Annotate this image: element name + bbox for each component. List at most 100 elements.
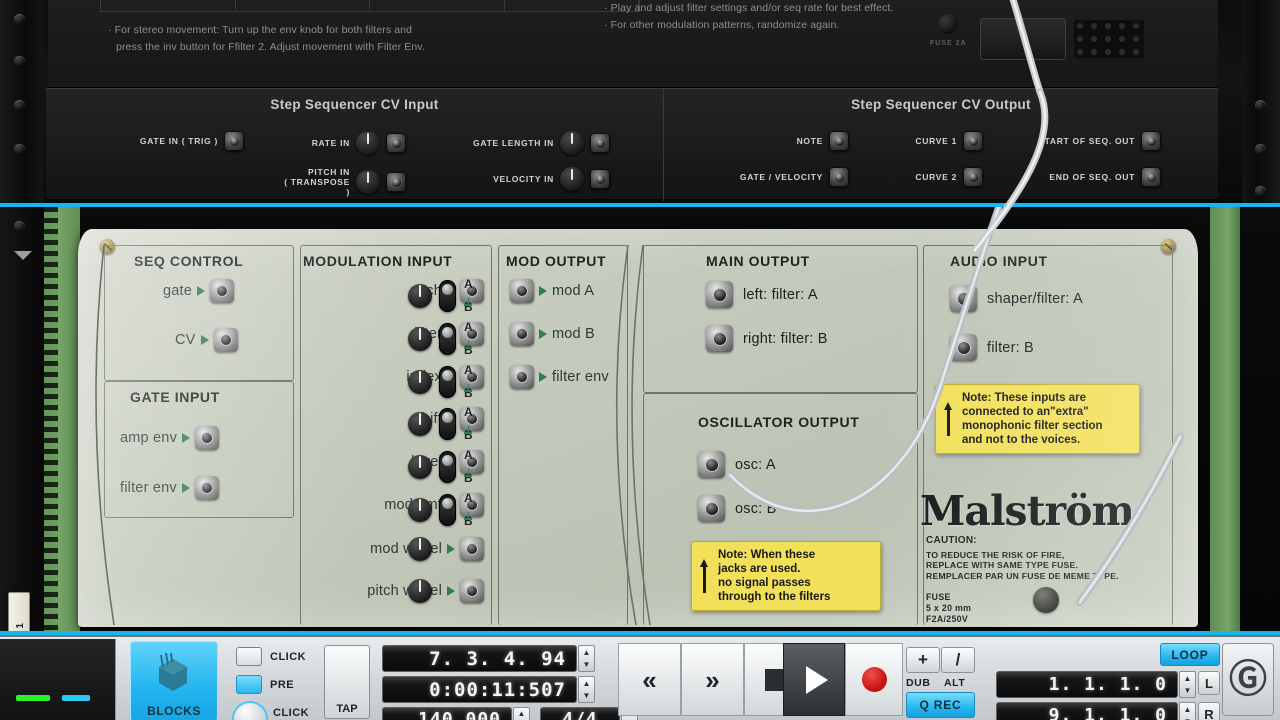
- audio-input-filter-b-jack[interactable]: [950, 334, 977, 361]
- position-time-display[interactable]: 0:00:11:507: [382, 676, 577, 703]
- stepper-up-icon[interactable]: ▲: [583, 648, 591, 657]
- rate-in-knob[interactable]: [356, 131, 380, 155]
- fuse-cap-icon[interactable]: [1033, 587, 1059, 613]
- mod-output-row-b[interactable]: mod B: [510, 322, 595, 346]
- seq-row-end-of-seq[interactable]: END OF SEQ. OUT: [1013, 167, 1161, 187]
- click-checkbox[interactable]: [236, 647, 262, 666]
- loop-button[interactable]: LOOP: [1160, 643, 1220, 666]
- oscillator-output-row-a[interactable]: osc: A: [698, 451, 776, 478]
- gate-length-in-knob[interactable]: [560, 131, 584, 155]
- pre-checkbox[interactable]: [236, 675, 262, 694]
- seq-control-cv-jack[interactable]: [213, 328, 238, 352]
- loop-start-stepper[interactable]: ▲ ▼: [1179, 671, 1196, 698]
- loop-end-display[interactable]: 9. 1. 1. 0: [996, 702, 1178, 720]
- mod-amount-knob[interactable]: [404, 280, 436, 312]
- start-of-seq-out-jack[interactable]: [1141, 131, 1161, 151]
- play-button[interactable]: [783, 643, 845, 716]
- mod-amount-knob[interactable]: [404, 366, 436, 398]
- position-bars-display[interactable]: 7. 3. 4. 94: [382, 645, 577, 672]
- q-rec-button[interactable]: Q REC: [906, 692, 975, 718]
- malstrom-device-selected[interactable]: MALSTRÖM 1 SEQ CONTROL gate CV GATE: [0, 203, 1280, 635]
- mod-amount-knob[interactable]: [404, 451, 436, 483]
- mod-input-mod-wheel-jack[interactable]: [460, 537, 484, 561]
- stepper-up-icon[interactable]: ▲: [1184, 674, 1192, 683]
- seq-row-gate-length-in[interactable]: GATE LENGTH IN: [444, 131, 610, 155]
- mod-amount-group-pitch-wheel[interactable]: [404, 575, 436, 607]
- seq-control-gate-jack[interactable]: [210, 279, 235, 303]
- reason-logo-button[interactable]: Ⓖ: [1222, 643, 1274, 716]
- gate-input-filter-env-jack[interactable]: [194, 476, 219, 500]
- pitch-in-knob[interactable]: [356, 170, 380, 194]
- mod-amount-knob[interactable]: [404, 575, 436, 607]
- seq-row-velocity-in[interactable]: VELOCITY IN: [444, 167, 610, 191]
- tempo-display[interactable]: 140.000: [382, 707, 512, 720]
- click-level-knob[interactable]: [234, 703, 266, 720]
- device-name-tab[interactable]: MALSTRÖM 1: [8, 592, 30, 631]
- oscillator-output-row-b[interactable]: osc: B: [698, 495, 777, 522]
- stepper-up-icon[interactable]: ▲: [518, 709, 526, 718]
- mod-destination-ab-switch[interactable]: [439, 366, 456, 398]
- main-output-row-left[interactable]: left: filter: A: [706, 281, 818, 308]
- seq-row-curve-1[interactable]: CURVE 1: [879, 131, 983, 151]
- pre-toggle-row[interactable]: PRE: [236, 675, 294, 694]
- mod-output-row-filter-env[interactable]: filter env: [510, 365, 609, 389]
- seq-row-gate-in[interactable]: GATE IN ( TRIG ): [108, 131, 244, 151]
- mod-input-row-pitch-wheel[interactable]: pitch wheel: [300, 579, 492, 603]
- stepper-up-icon[interactable]: ▲: [583, 679, 591, 688]
- record-button[interactable]: [845, 643, 903, 716]
- right-locator-button[interactable]: R: [1198, 702, 1220, 720]
- curve-1-out-jack[interactable]: [963, 131, 983, 151]
- left-locator-button[interactable]: L: [1198, 671, 1220, 695]
- oscillator-output-b-jack[interactable]: [698, 495, 725, 522]
- mod-amount-knob[interactable]: [404, 533, 436, 565]
- mod-amount-group-shift[interactable]: A B: [404, 406, 473, 441]
- dub-button[interactable]: +: [906, 647, 940, 673]
- rate-in-jack[interactable]: [386, 133, 406, 153]
- audio-input-shaper-filter-a-jack[interactable]: [950, 285, 977, 312]
- mod-amount-group-pitch[interactable]: A B: [404, 278, 473, 313]
- stepper-up-icon[interactable]: ▲: [1184, 705, 1192, 714]
- tempo-stepper[interactable]: ▲▼: [513, 707, 530, 720]
- end-of-seq-out-jack[interactable]: [1141, 167, 1161, 187]
- velocity-in-knob[interactable]: [560, 167, 584, 191]
- mod-destination-ab-switch[interactable]: [439, 494, 456, 526]
- loop-start-display[interactable]: 1. 1. 1. 0: [996, 671, 1178, 698]
- seq-row-gate-velocity[interactable]: GATE / VELOCITY: [713, 167, 849, 187]
- seq-row-note[interactable]: NOTE: [713, 131, 849, 151]
- seq-control-row-gate[interactable]: gate: [163, 279, 235, 303]
- gate-input-row-amp-env[interactable]: amp env: [120, 426, 220, 450]
- stepper-down-icon[interactable]: ▼: [583, 660, 591, 669]
- seq-row-curve-2[interactable]: CURVE 2: [879, 167, 983, 187]
- pitch-in-jack[interactable]: [386, 172, 406, 192]
- mod-amount-group-filter[interactable]: A B: [404, 321, 473, 356]
- seq-row-rate-in[interactable]: RATE IN: [278, 131, 406, 155]
- mod-output-b-jack[interactable]: [510, 322, 534, 346]
- main-output-right-jack[interactable]: [706, 325, 733, 352]
- main-output-left-jack[interactable]: [706, 281, 733, 308]
- gate-in-jack[interactable]: [224, 131, 244, 151]
- time-signature-display[interactable]: 4/4: [540, 707, 620, 720]
- rewind-button[interactable]: «: [618, 643, 681, 716]
- gate-length-in-jack[interactable]: [590, 133, 610, 153]
- mod-input-pitch-wheel-jack[interactable]: [460, 579, 484, 603]
- loop-end-stepper[interactable]: ▲▼: [1179, 702, 1196, 720]
- mod-amount-group-level[interactable]: A B: [404, 449, 473, 484]
- fast-forward-button[interactable]: »: [681, 643, 744, 716]
- oscillator-output-a-jack[interactable]: [698, 451, 725, 478]
- mod-destination-ab-switch[interactable]: [439, 280, 456, 312]
- mod-output-filter-env-jack[interactable]: [510, 365, 534, 389]
- gate-velocity-out-jack[interactable]: [829, 167, 849, 187]
- mod-output-row-a[interactable]: mod A: [510, 279, 594, 303]
- position-time-stepper[interactable]: ▲ ▼: [578, 676, 595, 703]
- tap-tempo-button[interactable]: TAP: [324, 645, 370, 719]
- alt-button[interactable]: /: [941, 647, 975, 673]
- mod-destination-ab-switch[interactable]: [439, 451, 456, 483]
- mod-destination-ab-switch[interactable]: [439, 408, 456, 440]
- click-level-row[interactable]: CLICK LEVEL: [234, 703, 311, 720]
- position-bars-stepper[interactable]: ▲ ▼: [578, 645, 595, 672]
- note-out-jack[interactable]: [829, 131, 849, 151]
- audio-input-row-shaper-filter-a[interactable]: shaper/filter: A: [950, 285, 1083, 312]
- seq-control-row-cv[interactable]: CV: [175, 328, 238, 352]
- mod-amount-knob[interactable]: [404, 494, 436, 526]
- seq-row-pitch-in[interactable]: PITCH IN ( TRANSPOSE ): [278, 167, 406, 197]
